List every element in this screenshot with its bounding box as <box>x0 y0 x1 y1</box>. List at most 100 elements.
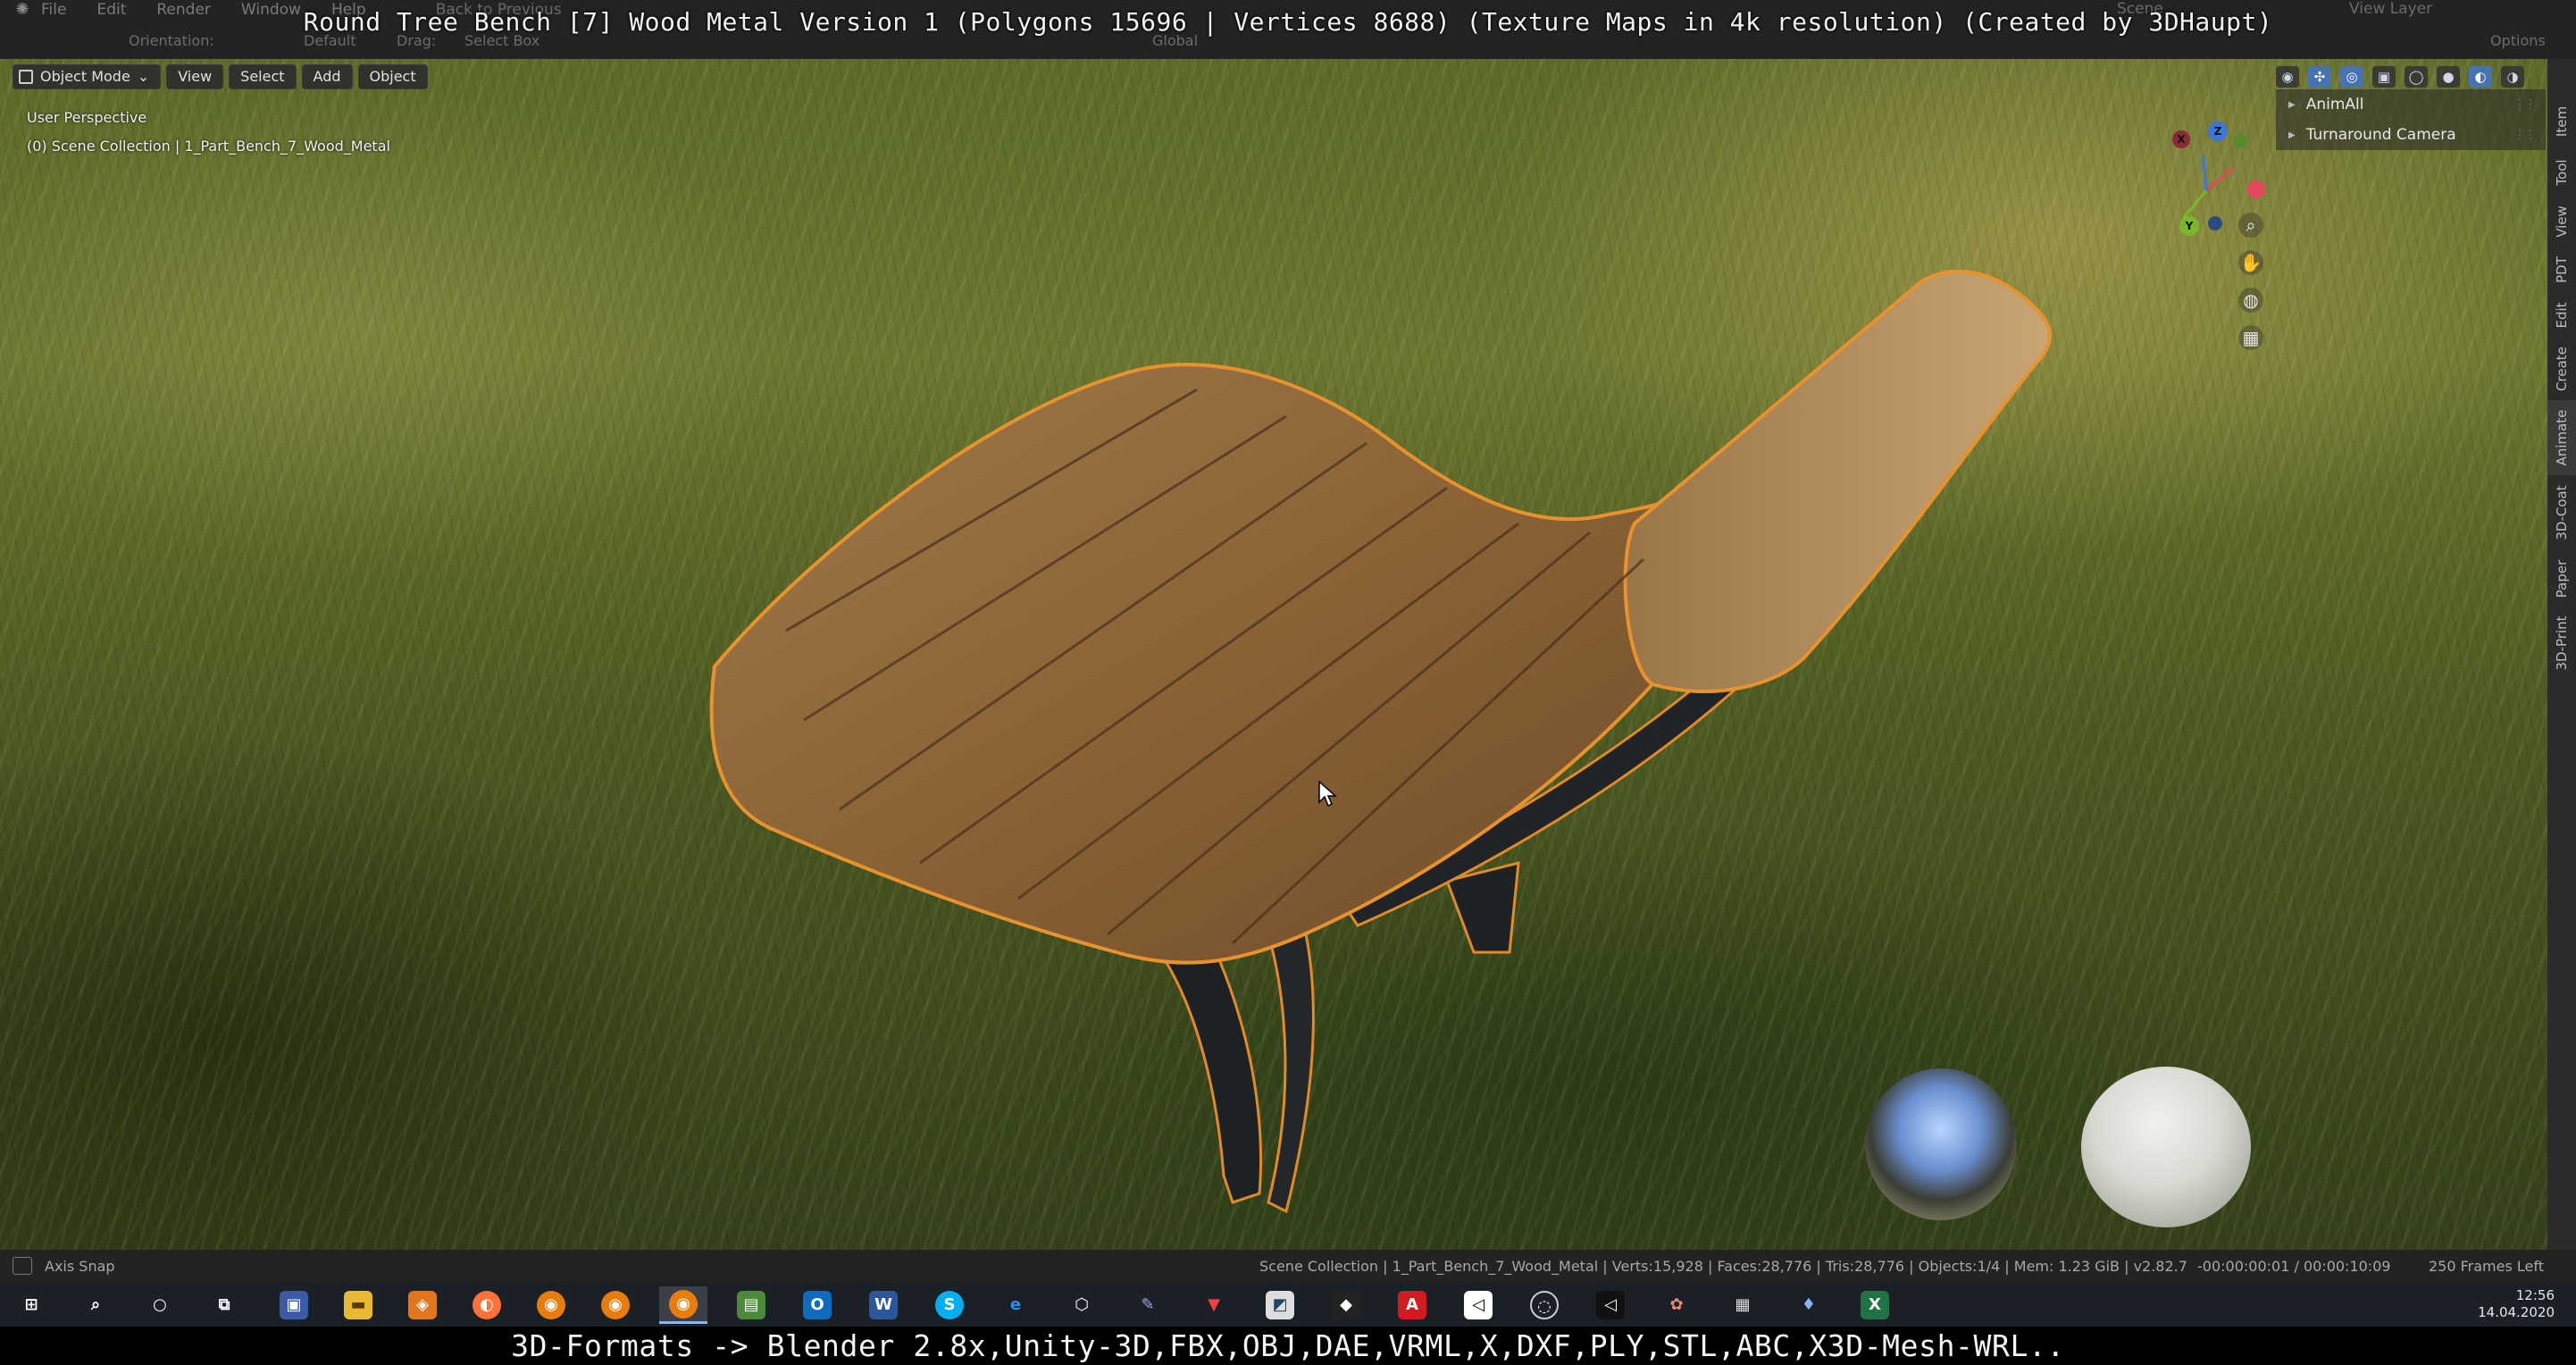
app-icon[interactable]: ✎ <box>1124 1286 1172 1324</box>
image-app-icon[interactable]: ◩ <box>1256 1286 1304 1324</box>
formats-caption: 3D-Formats -> Blender 2.8x,Unity-3D,FBX,… <box>0 1327 2576 1365</box>
pan-hand-icon[interactable]: ✋ <box>2238 250 2263 275</box>
view-menu-button[interactable]: View <box>166 64 224 89</box>
collection-label: (0) Scene Collection | 1_Part_Bench_7_Wo… <box>27 138 390 155</box>
xray-toggle-icon[interactable]: ▣ <box>2372 66 2396 88</box>
tab-3d-coat[interactable]: 3D-Coat <box>2547 475 2576 550</box>
object-mode-dropdown[interactable]: Object Mode ⌄ <box>13 64 162 89</box>
zoom-icon[interactable]: ⌕ <box>2238 213 2263 238</box>
hdri-reflection-sphere <box>1865 1068 2017 1220</box>
navigation-gizmo[interactable]: X Z Y <box>2144 116 2269 259</box>
material-shading-icon[interactable]: ◐ <box>2469 66 2492 88</box>
file-explorer-icon[interactable]: ▬ <box>334 1286 382 1324</box>
blender-icon[interactable]: ◉ <box>591 1286 640 1324</box>
chevron-down-icon: ⌄ <box>137 68 150 85</box>
acrobat-icon[interactable]: A <box>1388 1286 1436 1324</box>
3d-viewport[interactable]: Object Mode ⌄ View Select Add Object Use… <box>0 59 2547 1250</box>
expand-triangle-icon: ▶ <box>2288 130 2296 140</box>
object-mode-label: Object Mode <box>40 68 130 85</box>
bench-seat <box>709 363 1727 965</box>
paint-icon[interactable]: ✿ <box>1652 1286 1701 1324</box>
panel-turnaround-camera[interactable]: ▶ Turnaround Camera ⋮⋮ <box>2276 120 2546 150</box>
outlook-icon[interactable]: O <box>793 1286 841 1324</box>
unity-icon[interactable]: ◁ <box>1586 1286 1635 1324</box>
maps-icon[interactable]: ♦ <box>1785 1286 1833 1324</box>
panel-label: AnimAll <box>2305 96 2364 113</box>
expand-triangle-icon: ▶ <box>2288 99 2296 110</box>
tab-view[interactable]: View <box>2547 197 2576 247</box>
blender-icon[interactable]: ◉ <box>527 1286 575 1324</box>
vectornator-icon[interactable]: ▼ <box>1190 1286 1238 1324</box>
add-menu-button[interactable]: Add <box>301 64 353 89</box>
hdri-diffuse-sphere <box>2081 1067 2251 1227</box>
visibility-icon[interactable]: ◉ <box>2276 66 2299 88</box>
word-icon[interactable]: W <box>859 1286 907 1324</box>
object-mode-icon <box>19 70 33 84</box>
blender-active-icon[interactable]: ◉ <box>659 1286 707 1324</box>
gizmo-toggle-icon[interactable]: ✣ <box>2308 66 2331 88</box>
ortho-grid-icon[interactable]: ▦ <box>2238 325 2263 350</box>
search-icon[interactable]: ⌕ <box>71 1286 120 1324</box>
excel-icon[interactable]: X <box>1851 1286 1899 1324</box>
camera-view-icon[interactable]: ◍ <box>2238 288 2263 313</box>
edge-icon[interactable]: e <box>991 1286 1040 1324</box>
solid-shading-icon[interactable]: ● <box>2437 66 2460 88</box>
skype-icon[interactable]: S <box>925 1286 974 1324</box>
calculator-icon[interactable]: ▦ <box>1719 1286 1767 1324</box>
blender-fire-icon[interactable]: ◈ <box>398 1286 447 1324</box>
clock-date: 14.04.2020 <box>2478 1304 2555 1320</box>
tab-edit[interactable]: Edit <box>2547 293 2576 338</box>
drag-handle-icon[interactable]: ⋮⋮ <box>2513 97 2537 112</box>
tab-3d-print[interactable]: 3D-Print <box>2547 607 2576 679</box>
tab-tool[interactable]: Tool <box>2547 148 2576 197</box>
viewport-info-overlay: User Perspective (0) Scene Collection | … <box>27 104 390 161</box>
affinity-icon[interactable]: ◆ <box>1322 1286 1370 1324</box>
save-icon[interactable]: ▣ <box>270 1286 318 1324</box>
drag-handle-icon[interactable]: ⋮⋮ <box>2513 128 2537 142</box>
wireframe-shading-icon[interactable]: ◯ <box>2405 66 2428 88</box>
firefox-icon[interactable]: ◐ <box>463 1286 511 1324</box>
spreadsheet-icon[interactable]: ▤ <box>727 1286 775 1324</box>
scene-statistics: Scene Collection | 1_Part_Bench_7_Wood_M… <box>1259 1258 2187 1275</box>
3d-viewer-icon[interactable]: ⬡ <box>1058 1286 1106 1324</box>
rendered-shading-icon[interactable]: ◑ <box>2501 66 2524 88</box>
tab-paper[interactable]: Paper <box>2547 550 2576 607</box>
gizmo-z-negative[interactable] <box>2208 216 2222 230</box>
mouse-cursor-icon <box>1318 781 1337 808</box>
gizmo-y-axis-line <box>2182 189 2208 220</box>
select-menu-button[interactable]: Select <box>229 64 297 89</box>
sidebar-vertical-tabs: Item Tool View PDT Edit Create Animate 3… <box>2547 59 2576 1250</box>
frames-left: 250 Frames Left <box>2429 1258 2544 1275</box>
timeline-time: -00:00:00:01 / 00:00:10:09 <box>2197 1258 2391 1275</box>
panel-label: Turnaround Camera <box>2305 126 2456 144</box>
panel-animall[interactable]: ▶ AnimAll ⋮⋮ <box>2276 89 2546 120</box>
status-bar: Axis Snap Scene Collection | 1_Part_Benc… <box>0 1250 2576 1282</box>
gizmo-y-negative[interactable] <box>2233 134 2247 148</box>
gizmo-x-negative[interactable]: X <box>2172 130 2190 148</box>
sidebar-panel-list: ▶ AnimAll ⋮⋮ ▶ Turnaround Camera ⋮⋮ <box>2276 89 2546 150</box>
tab-item[interactable]: Item <box>2547 95 2576 148</box>
gizmo-y-positive[interactable]: Y <box>2179 216 2199 236</box>
axis-snap-icon <box>13 1257 32 1275</box>
viewport-shading-controls: ◉ ✣ ◎ ▣ ◯ ● ◐ ◑ <box>2276 66 2524 88</box>
status-hint: Axis Snap <box>45 1258 115 1275</box>
bench-backrest <box>1623 269 2052 694</box>
cortana-icon[interactable]: ○ <box>136 1286 184 1324</box>
object-menu-button[interactable]: Object <box>357 64 428 89</box>
tab-animate[interactable]: Animate <box>2547 400 2576 475</box>
gizmo-x-positive[interactable] <box>2247 180 2265 198</box>
overlay-toggle-icon[interactable]: ◎ <box>2340 66 2363 88</box>
video-title-overlay: Round Tree Bench [7] Wood Metal Version … <box>303 7 2273 37</box>
windows-start-icon[interactable]: ⊞ <box>7 1286 55 1324</box>
unity-icon[interactable]: ◁ <box>1454 1286 1502 1324</box>
gizmo-z-axis-line <box>2202 155 2208 191</box>
task-view-icon[interactable]: ⧉ <box>200 1286 248 1324</box>
obs-icon[interactable]: ◌ <box>1520 1286 1568 1324</box>
tab-pdt[interactable]: PDT <box>2547 247 2576 293</box>
gizmo-z-positive[interactable]: Z <box>2208 121 2228 141</box>
clock-time: 12:56 <box>2515 1287 2555 1303</box>
gizmo-x-axis-line <box>2205 166 2235 192</box>
perspective-label: User Perspective <box>27 109 147 126</box>
tab-create[interactable]: Create <box>2547 338 2576 400</box>
system-clock[interactable]: 12:56 14.04.2020 <box>2478 1287 2555 1321</box>
